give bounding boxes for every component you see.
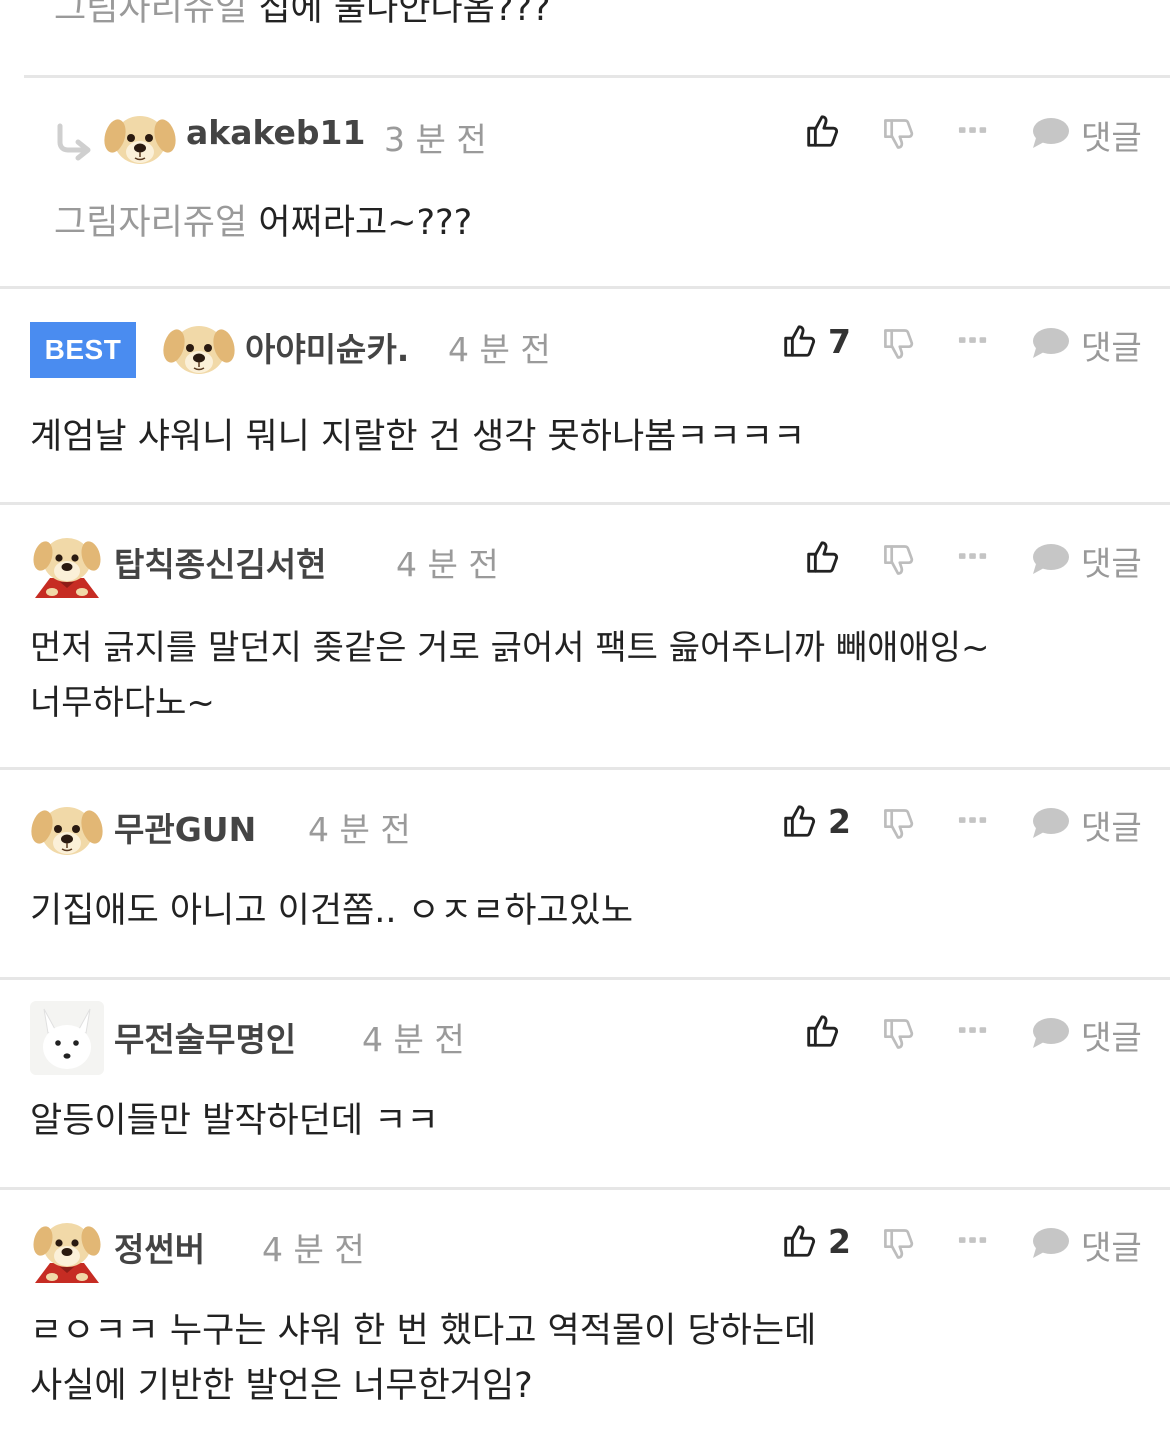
author-name[interactable]: 무전술무명인 [114, 1013, 296, 1061]
comment-text: 알등이들만 발작하던데 ㅋㅋ [30, 1101, 439, 1141]
more-dots-icon[interactable] [958, 551, 988, 561]
comment-text: 어쩌라고~??? [258, 203, 473, 243]
more-dots-icon[interactable] [958, 1025, 988, 1035]
author-name[interactable]: 탑칙종신김서현 [114, 538, 327, 586]
more-dots-icon[interactable] [958, 1235, 988, 1245]
thumbs-up-icon[interactable] [780, 802, 818, 840]
comment-body: ㄹㅇㅋㅋ 누구는 샤워 한 번 했다고 역적몰이 당하는데 사실에 기반한 발언… [30, 1304, 816, 1414]
comment-body: 기집애도 아니고 이건쫌.. ㅇㅈㄹ하고있노 [30, 884, 633, 939]
thumbs-down-icon[interactable] [880, 542, 916, 578]
mention-name[interactable]: 그림자리쥬얼 [54, 203, 247, 243]
thumbs-up-icon[interactable] [803, 112, 841, 150]
timestamp: 3 분 전 [384, 120, 487, 159]
thumbs-up-icon[interactable] [780, 322, 818, 360]
timestamp: 4 분 전 [448, 330, 551, 369]
speech-bubble-icon[interactable] [1030, 542, 1070, 576]
author-name[interactable]: 정썬버 [114, 1223, 205, 1271]
author-name[interactable]: 아야미슌카. [245, 323, 409, 371]
timestamp: 4 분 전 [396, 545, 499, 584]
speech-bubble-icon[interactable] [1030, 1226, 1070, 1260]
speech-bubble-icon[interactable] [1030, 326, 1070, 360]
comment-text: 사실에 기반한 발언은 너무한거임? [30, 1366, 533, 1406]
more-dots-icon[interactable] [958, 335, 988, 345]
avatar[interactable] [30, 791, 104, 865]
like-count: 2 [828, 1222, 851, 1261]
avatar[interactable] [162, 310, 236, 384]
comment-text: 먼저 긁지를 말던지 좆같은 거로 긁어서 팩트 읊어주니까 빼애애잉~ [30, 628, 990, 668]
avatar[interactable] [103, 100, 177, 174]
mention-name[interactable]: 그림자리쥬얼 [54, 0, 247, 29]
speech-bubble-icon[interactable] [1030, 1016, 1070, 1050]
thumbs-up-icon[interactable] [803, 1012, 841, 1050]
divider [0, 1187, 1170, 1190]
avatar[interactable] [30, 1001, 104, 1075]
timestamp: 4 분 전 [308, 810, 411, 849]
thumbs-up-icon[interactable] [803, 538, 841, 576]
timestamp: 4 분 전 [262, 1230, 365, 1269]
timestamp: 4 분 전 [362, 1020, 465, 1059]
reply-button[interactable]: 댓글 [1081, 111, 1142, 159]
divider [0, 502, 1170, 505]
avatar[interactable] [30, 1211, 104, 1285]
comment-body: 알등이들만 발작하던데 ㅋㅋ [30, 1094, 439, 1149]
comment-text: 너무하다노~ [30, 683, 215, 723]
comment-text: 기집애도 아니고 이건쫌.. ㅇㅈㄹ하고있노 [30, 891, 634, 931]
thumbs-down-icon[interactable] [880, 116, 916, 152]
speech-bubble-icon[interactable] [1030, 806, 1070, 840]
speech-bubble-icon[interactable] [1030, 116, 1070, 150]
comment-text: ㄹㅇㅋㅋ 누구는 샤워 한 번 했다고 역적몰이 당하는데 [30, 1311, 817, 1351]
more-dots-icon[interactable] [958, 815, 988, 825]
avatar[interactable] [30, 526, 104, 600]
comment-body: 그림자리쥬얼 집에 불나안나옴??? [54, 0, 551, 37]
comment-text: 집에 불나안나옴??? [258, 0, 551, 29]
divider [0, 767, 1170, 770]
reply-button[interactable]: 댓글 [1081, 321, 1142, 369]
like-count: 7 [828, 322, 851, 361]
divider [24, 75, 1170, 78]
comment-body: 계엄날 샤워니 뭐니 지랄한 건 생각 못하나봄ㅋㅋㅋㅋ [30, 410, 805, 465]
reply-button[interactable]: 댓글 [1081, 801, 1142, 849]
thumbs-down-icon[interactable] [880, 326, 916, 362]
reply-button[interactable]: 댓글 [1081, 537, 1142, 585]
reply-button[interactable]: 댓글 [1081, 1011, 1142, 1059]
comment-body: 그림자리쥬얼 어쩌라고~??? [54, 196, 472, 251]
reply-arrow-icon [52, 120, 94, 162]
thumbs-down-icon[interactable] [880, 1016, 916, 1052]
divider [0, 977, 1170, 980]
comment-text: 계엄날 샤워니 뭐니 지랄한 건 생각 못하나봄ㅋㅋㅋㅋ [30, 417, 806, 457]
more-dots-icon[interactable] [958, 125, 988, 135]
thumbs-down-icon[interactable] [880, 806, 916, 842]
comment-body: 먼저 긁지를 말던지 좆같은 거로 긁어서 팩트 읊어주니까 빼애애잉~ 너무하… [30, 621, 990, 731]
reply-button[interactable]: 댓글 [1081, 1221, 1142, 1269]
best-badge: BEST [30, 322, 136, 378]
author-name[interactable]: akakeb11 [186, 113, 365, 152]
thumbs-up-icon[interactable] [780, 1222, 818, 1260]
divider [0, 286, 1170, 289]
thumbs-down-icon[interactable] [880, 1226, 916, 1262]
like-count: 2 [828, 802, 851, 841]
author-name[interactable]: 무관GUN [114, 803, 256, 851]
